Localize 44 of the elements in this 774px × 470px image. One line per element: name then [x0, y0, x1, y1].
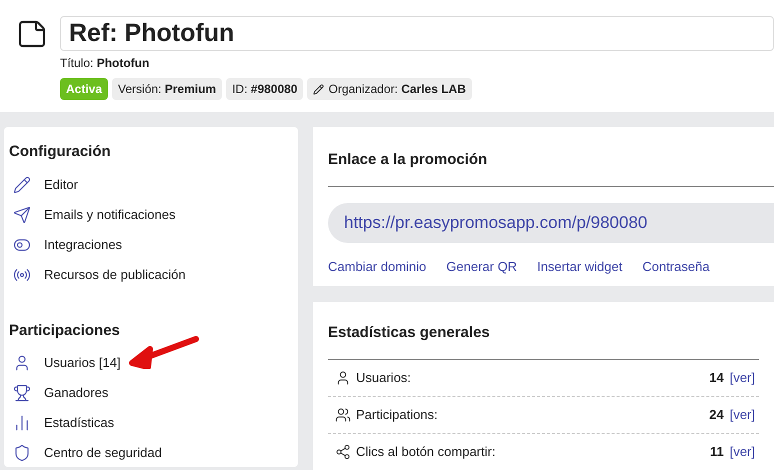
- sidebar-item[interactable]: Usuarios [14]: [9, 348, 298, 378]
- organizer-badge: Organizador: Carles LAB: [307, 78, 472, 100]
- sticky-note-icon: [16, 18, 48, 50]
- sidebar-item[interactable]: Integraciones: [9, 230, 298, 260]
- paper-plane-icon: [13, 206, 31, 224]
- stat-label: Clics al botón compartir:: [356, 443, 496, 462]
- view-link[interactable]: [ver]: [730, 404, 755, 424]
- action-link[interactable]: Generar QR: [446, 256, 518, 276]
- sidebar-item[interactable]: Emails y notificaciones: [9, 200, 298, 230]
- user-icon: [13, 354, 31, 372]
- info-badge: ID: #980080: [226, 78, 304, 100]
- bar-chart-icon: [13, 414, 31, 432]
- status-badge: Activa: [60, 78, 108, 100]
- arrow-icon: [128, 335, 200, 369]
- subtitle: Título: Photofun: [60, 55, 150, 72]
- stat-value: 11: [710, 443, 724, 462]
- card-title: Enlace a la promoción: [328, 149, 774, 186]
- trophy-icon: [13, 384, 31, 402]
- section-title: Participaciones: [9, 320, 121, 340]
- stat-label: Usuarios:: [356, 368, 411, 387]
- sidebar-item[interactable]: Editor: [9, 170, 298, 200]
- section-title: Configuración: [9, 142, 112, 162]
- action-link[interactable]: Insertar widget: [537, 256, 622, 276]
- view-link[interactable]: [ver]: [730, 442, 755, 462]
- stat-value: 14: [709, 368, 724, 387]
- sidebar-item[interactable]: Ganadores: [9, 378, 298, 408]
- url-field[interactable]: https://pr.easypromosapp.com/p/980080: [328, 202, 774, 242]
- shield-icon: [13, 444, 31, 462]
- stat-label: Participations:: [356, 406, 438, 424]
- sidebar-item[interactable]: Centro de seguridad: [9, 438, 298, 468]
- pencil-icon: [13, 176, 31, 194]
- action-link[interactable]: Cambiar dominio: [328, 256, 426, 276]
- card-title: Estadísticas generales: [328, 322, 759, 360]
- info-badge: Versión: Premium: [112, 78, 222, 100]
- action-link[interactable]: Contraseña: [642, 256, 710, 276]
- user-icon: [335, 370, 351, 386]
- users-icon: [335, 406, 351, 422]
- sidebar-item[interactable]: Estadísticas: [9, 408, 298, 438]
- stat-value: 24: [709, 406, 724, 424]
- share-icon: [335, 444, 351, 460]
- view-link[interactable]: [ver]: [730, 368, 755, 388]
- title-field[interactable]: Ref: Photofun: [60, 16, 774, 51]
- pencil-icon: [313, 84, 324, 94]
- sidebar-item[interactable]: Recursos de publicación: [9, 260, 298, 290]
